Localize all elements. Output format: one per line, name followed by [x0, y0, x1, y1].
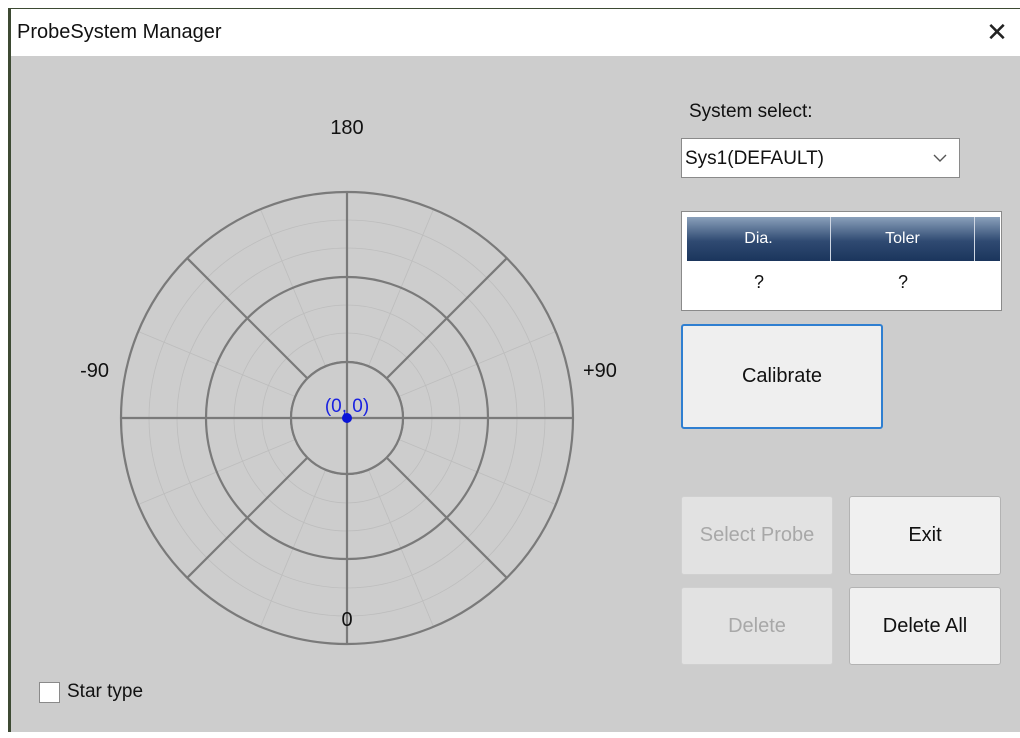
title-bar: ProbeSystem Manager ✕: [11, 9, 1020, 56]
cell-toler: ?: [897, 272, 908, 292]
polar-label-left: -90: [80, 360, 109, 382]
probe-table: Dia. Toler ? ?: [681, 211, 1002, 311]
window-title: ProbeSystem Manager: [17, 21, 222, 43]
system-select-label: System select:: [689, 101, 813, 122]
star-type-label: Star type: [67, 681, 144, 702]
table-header-row: Dia. Toler: [687, 217, 1000, 261]
system-select-dropdown[interactable]: Sys1(DEFAULT): [681, 138, 960, 178]
polar-label-bottom: 0: [341, 609, 352, 631]
delete-all-button[interactable]: Delete All: [849, 587, 1001, 665]
probe-system-manager-window: ProbeSystem Manager ✕ 180 0 -90 +90 (0, …: [8, 8, 1020, 732]
polar-plot: 180 0 -90 +90 (0, 0): [80, 117, 617, 646]
chevron-down-icon[interactable]: [921, 139, 959, 177]
select-probe-button[interactable]: Select Probe: [681, 496, 833, 575]
table-row[interactable]: ? ?: [687, 267, 1000, 297]
calibrate-button[interactable]: Calibrate: [681, 324, 883, 429]
close-icon[interactable]: ✕: [974, 9, 1020, 56]
column-header-toler[interactable]: Toler: [831, 217, 975, 261]
exit-button[interactable]: Exit: [849, 496, 1001, 575]
probe-point: [342, 413, 352, 423]
star-type-option[interactable]: Star type: [39, 679, 143, 705]
system-select-value: Sys1(DEFAULT): [685, 148, 825, 169]
column-header-dia[interactable]: Dia.: [687, 217, 831, 261]
cell-dia: ?: [753, 272, 764, 292]
delete-button[interactable]: Delete: [681, 587, 833, 665]
polar-label-top: 180: [330, 117, 363, 139]
polar-label-right: +90: [583, 360, 617, 382]
star-type-checkbox[interactable]: [39, 681, 60, 703]
column-header-filler: [975, 217, 1000, 261]
